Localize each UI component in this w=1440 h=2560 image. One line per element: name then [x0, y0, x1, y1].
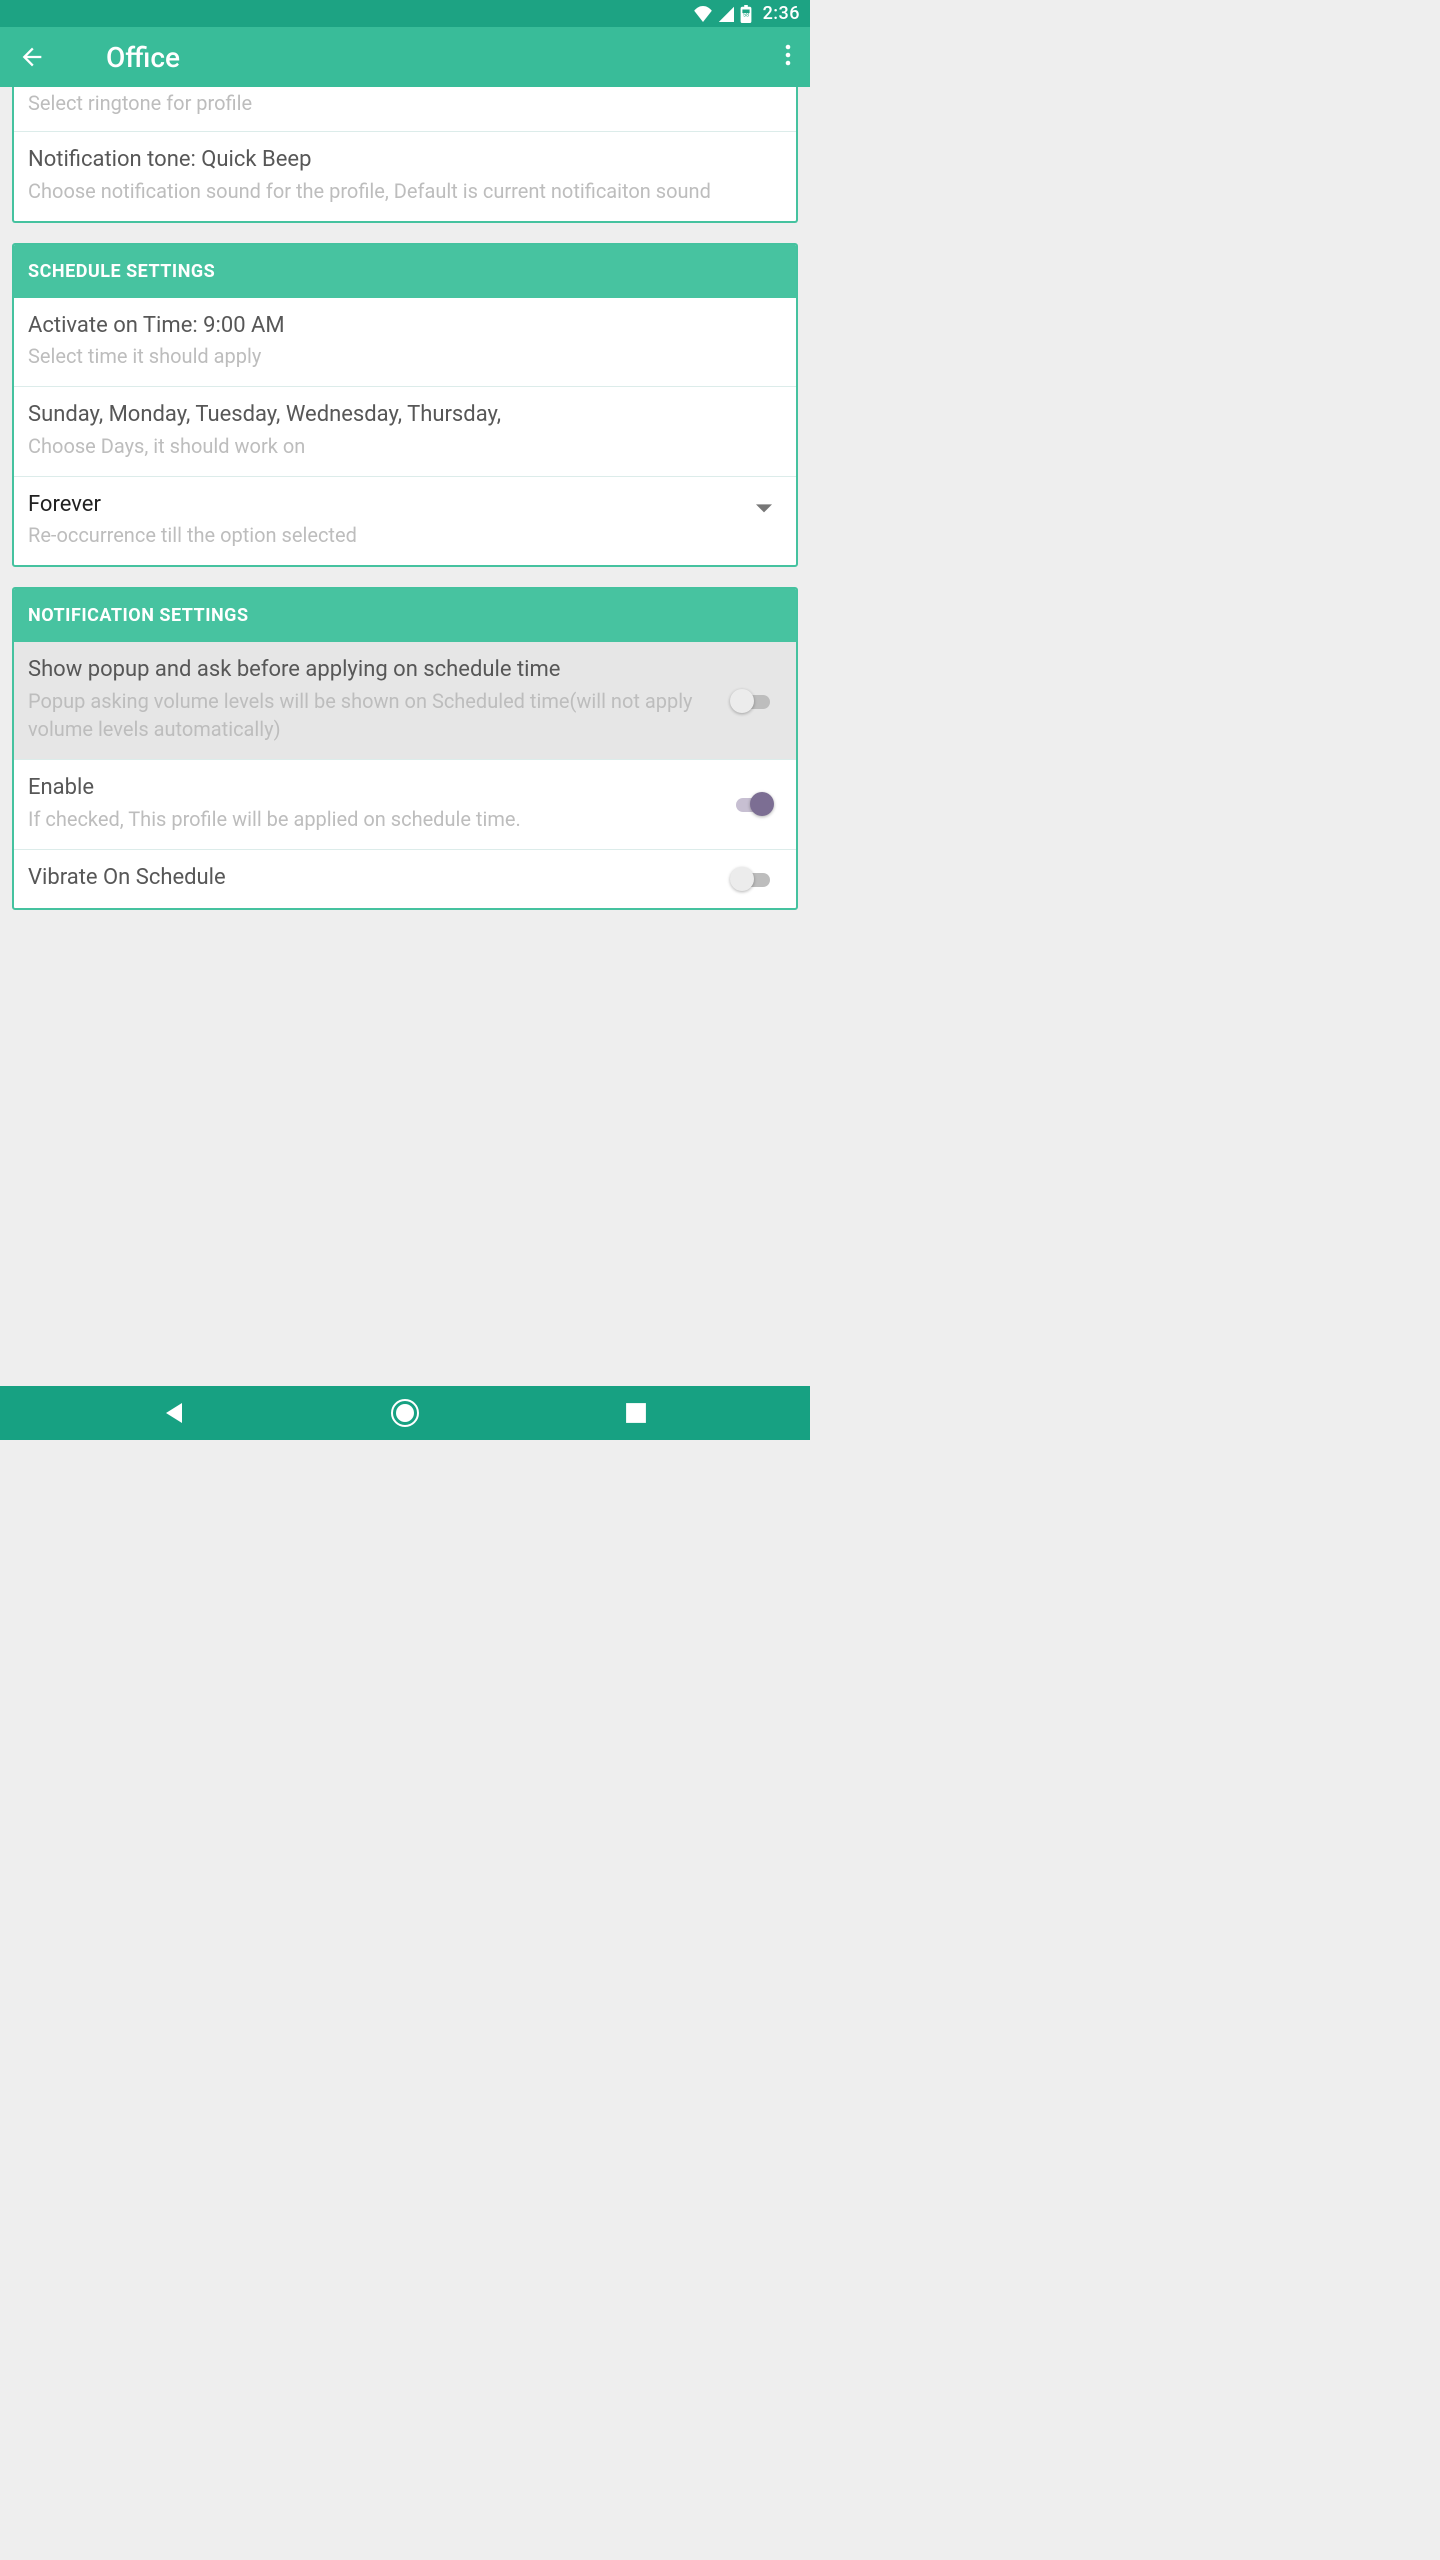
- ringtone-row[interactable]: Select ringtone for profile: [14, 89, 796, 131]
- notification-settings-card: NOTIFICATION SETTINGS Show popup and ask…: [12, 587, 798, 910]
- wifi-icon: [693, 6, 713, 22]
- notification-tone-title: Notification tone: Quick Beep: [28, 146, 782, 175]
- popup-toggle[interactable]: [730, 689, 774, 713]
- days-row[interactable]: Sunday, Monday, Tuesday, Wednesday, Thur…: [14, 386, 796, 476]
- enable-description: If checked, This profile will be applied…: [28, 805, 702, 833]
- app-bar: Office: [0, 27, 810, 87]
- sound-settings-card: Select ringtone for profile Notification…: [12, 87, 798, 223]
- svg-text:58: 58: [743, 12, 749, 18]
- activate-time-row[interactable]: Activate on Time: 9:00 AM Select time it…: [14, 298, 796, 387]
- recurrence-title: Forever: [28, 491, 782, 520]
- popup-title: Show popup and ask before applying on sc…: [28, 656, 702, 685]
- cell-signal-icon: [717, 6, 735, 22]
- status-time: 2:36: [763, 3, 800, 24]
- schedule-settings-card: SCHEDULE SETTINGS Activate on Time: 9:00…: [12, 243, 798, 568]
- days-title: Sunday, Monday, Tuesday, Wednesday, Thur…: [28, 401, 782, 430]
- popup-row[interactable]: Show popup and ask before applying on sc…: [14, 642, 796, 759]
- notification-tone-description: Choose notification sound for the profil…: [28, 177, 782, 205]
- nav-home-button[interactable]: [390, 1398, 420, 1428]
- nav-back-button[interactable]: [163, 1401, 185, 1425]
- page-title: Office: [106, 41, 180, 74]
- ringtone-description: Select ringtone for profile: [28, 89, 782, 117]
- navigation-bar: [0, 1386, 810, 1440]
- vibrate-row[interactable]: Vibrate On Schedule: [14, 849, 796, 909]
- enable-toggle[interactable]: [730, 792, 774, 816]
- battery-icon: 58: [739, 5, 753, 23]
- nav-recent-button[interactable]: [625, 1402, 647, 1424]
- chevron-down-icon: [756, 499, 772, 518]
- vibrate-toggle[interactable]: [730, 867, 774, 891]
- notification-section-header: NOTIFICATION SETTINGS: [14, 589, 796, 642]
- schedule-section-header: SCHEDULE SETTINGS: [14, 245, 796, 298]
- recurrence-description: Re-occurrence till the option selected: [28, 521, 782, 549]
- overflow-menu-icon[interactable]: [784, 43, 792, 71]
- popup-description: Popup asking volume levels will be shown…: [28, 687, 702, 743]
- notification-tone-row[interactable]: Notification tone: Quick Beep Choose not…: [14, 131, 796, 221]
- vibrate-title: Vibrate On Schedule: [28, 864, 702, 893]
- back-icon[interactable]: [18, 43, 46, 71]
- status-bar: 58 2:36: [0, 0, 810, 27]
- recurrence-row[interactable]: Forever Re-occurrence till the option se…: [14, 476, 796, 566]
- activate-time-title: Activate on Time: 9:00 AM: [28, 312, 782, 341]
- days-description: Choose Days, it should work on: [28, 432, 782, 460]
- enable-title: Enable: [28, 774, 702, 803]
- content-area: Select ringtone for profile Notification…: [0, 87, 810, 910]
- activate-time-description: Select time it should apply: [28, 342, 782, 370]
- enable-row[interactable]: Enable If checked, This profile will be …: [14, 759, 796, 849]
